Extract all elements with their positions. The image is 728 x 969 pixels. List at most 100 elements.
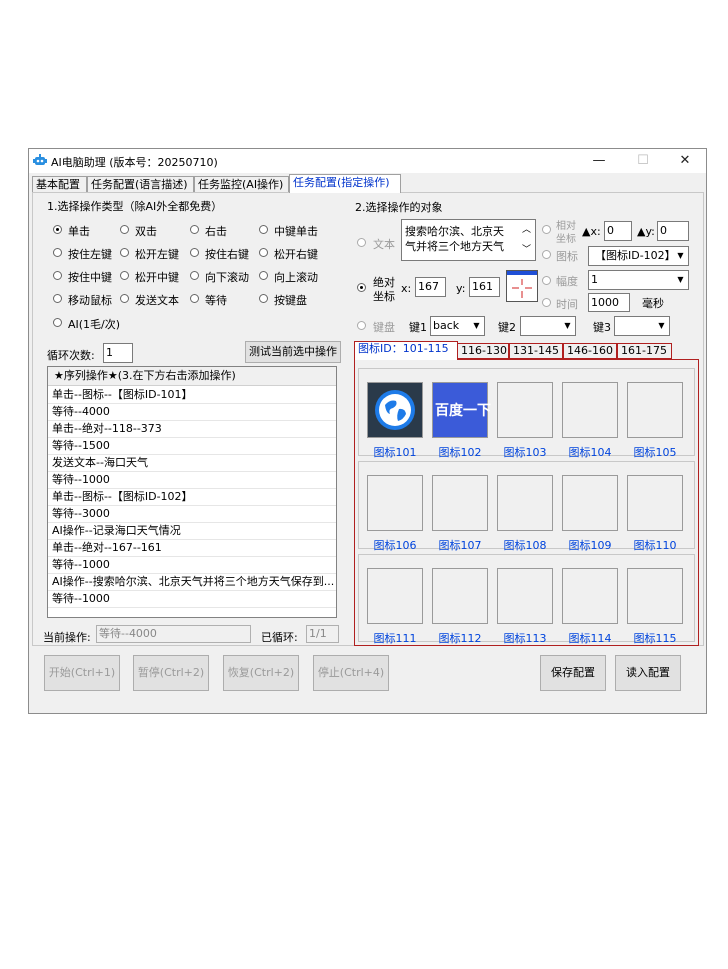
sequence-list[interactable]: ★序列操作★(3.在下方右击添加操作) 单击--图标--【图标ID-101】 等待… (47, 366, 337, 618)
icon-slot-109[interactable] (562, 475, 618, 531)
icon-slot-103[interactable] (497, 382, 553, 438)
operation-radio[interactable] (259, 294, 268, 303)
operation-label: 松开中键 (135, 271, 179, 284)
operation-radio[interactable] (120, 248, 129, 257)
list-item[interactable]: AI操作--搜索哈尔滨、北京天气并将三个地方天气保存到... (48, 574, 336, 591)
chevron-down-icon: ▼ (655, 318, 668, 334)
operation-radio[interactable] (53, 294, 62, 303)
icon-slot-113[interactable] (497, 568, 553, 624)
keyboard-label: 键盘 (373, 321, 395, 334)
test-selected-button[interactable]: 测试当前选中操作 (245, 341, 341, 363)
list-item[interactable]: 等待--1000 (48, 557, 336, 574)
keyboard-radio[interactable] (357, 321, 366, 330)
dx-input[interactable]: 0 (604, 221, 632, 241)
tab-task-config-language[interactable]: 任务配置(语言描述) (87, 176, 194, 193)
operation-radio[interactable] (259, 248, 268, 257)
list-item[interactable]: 等待--1000 (48, 472, 336, 489)
list-item[interactable]: 等待--1000 (48, 591, 336, 608)
key1-value: back (433, 319, 460, 332)
absolute-coord-radio[interactable] (357, 283, 366, 292)
list-item[interactable]: 单击--图标--【图标ID-101】 (48, 387, 336, 404)
list-item[interactable]: 等待--4000 (48, 404, 336, 421)
operation-radio[interactable] (190, 225, 199, 234)
operation-radio[interactable] (190, 294, 199, 303)
operation-radio[interactable] (53, 248, 62, 257)
text-line-2: 气并将三个地方天气 (405, 240, 504, 253)
icon-slot-110[interactable] (627, 475, 683, 531)
operation-label: 双击 (135, 225, 157, 238)
x-input[interactable]: 167 (415, 277, 446, 297)
list-item[interactable]: AI操作--记录海口天气情况 (48, 523, 336, 540)
icon-tab-146-160[interactable]: 146-160 (563, 343, 617, 359)
icon-caption: 图标107 (438, 539, 482, 552)
dy-input[interactable]: 0 (657, 221, 689, 241)
icon-slot-107[interactable] (432, 475, 488, 531)
text-target-radio[interactable] (357, 238, 366, 247)
list-item[interactable]: 发送文本--海口天气 (48, 455, 336, 472)
close-button[interactable]: ✕ (665, 149, 705, 173)
operation-label: 按住右键 (205, 248, 249, 261)
icon-slot-114[interactable] (562, 568, 618, 624)
icon-slot-115[interactable] (627, 568, 683, 624)
tab-task-config-specified[interactable]: 任务配置(指定操作) (289, 174, 401, 193)
icon-tab-161-175[interactable]: 161-175 (617, 343, 672, 359)
resume-button[interactable]: 恢复(Ctrl+2) (223, 655, 299, 691)
time-radio[interactable] (542, 298, 551, 307)
key1-select[interactable]: back ▼ (430, 316, 485, 336)
scroll-up-icon[interactable]: ︿ (522, 222, 531, 235)
icon-tab-101-115[interactable]: 图标ID：101-115 (354, 341, 458, 360)
pause-button[interactable]: 暂停(Ctrl+2) (133, 655, 209, 691)
operation-radio[interactable] (259, 271, 268, 280)
load-config-button[interactable]: 读入配置 (615, 655, 681, 691)
loop-count-input[interactable]: 1 (103, 343, 133, 363)
icon-slot-101[interactable] (367, 382, 423, 438)
app-window: AI电脑助理 (版本号：20250710) — ☐ ✕ 基本配置 任务配置(语言… (28, 148, 707, 714)
operation-radio[interactable] (259, 225, 268, 234)
icon-slot-102[interactable]: 百度一下 (432, 382, 491, 438)
list-item[interactable]: 单击--绝对--118--373 (48, 421, 336, 438)
icon-select[interactable]: 【图标ID-102】 ▼ (588, 246, 689, 266)
crosshair-picker-icon[interactable] (506, 270, 538, 302)
loop-done-label: 已循环: (261, 631, 298, 644)
icon-slot-104[interactable] (562, 382, 618, 438)
maximize-button[interactable]: ☐ (623, 149, 663, 173)
key3-select[interactable]: ▼ (614, 316, 670, 336)
chevron-down-icon: ▼ (674, 272, 687, 288)
text-target-textarea[interactable]: 搜索哈尔滨、北京天 气并将三个地方天气 ︿ ﹀ (401, 219, 536, 261)
operation-radio[interactable] (120, 294, 129, 303)
icon-tab-131-145[interactable]: 131-145 (509, 343, 563, 359)
icon-slot-108[interactable] (497, 475, 553, 531)
minimize-button[interactable]: — (579, 149, 619, 173)
stop-button[interactable]: 停止(Ctrl+4) (313, 655, 389, 691)
start-button[interactable]: 开始(Ctrl+1) (44, 655, 120, 691)
icon-tab-116-130[interactable]: 116-130 (457, 343, 509, 359)
list-item[interactable]: 等待--3000 (48, 506, 336, 523)
operation-radio[interactable] (190, 248, 199, 257)
operation-radio[interactable] (190, 271, 199, 280)
icon-slot-112[interactable] (432, 568, 488, 624)
amplitude-radio[interactable] (542, 276, 551, 285)
operation-radio[interactable] (53, 271, 62, 280)
operation-radio[interactable] (120, 271, 129, 280)
tab-task-monitor[interactable]: 任务监控(AI操作) (194, 176, 289, 193)
y-input[interactable]: 161 (469, 277, 500, 297)
tab-basic-config[interactable]: 基本配置 (32, 176, 87, 193)
time-input[interactable]: 1000 (588, 293, 630, 312)
operation-radio[interactable] (53, 225, 62, 234)
operation-radio[interactable] (120, 225, 129, 234)
icon-slot-111[interactable] (367, 568, 423, 624)
operation-radio[interactable] (53, 318, 62, 327)
relative-coord-radio[interactable] (542, 225, 551, 234)
scroll-down-icon[interactable]: ﹀ (522, 242, 531, 255)
save-config-button[interactable]: 保存配置 (540, 655, 606, 691)
list-item[interactable]: 单击--绝对--167--161 (48, 540, 336, 557)
title-bar: AI电脑助理 (版本号：20250710) — ☐ ✕ (29, 149, 706, 173)
key2-select[interactable]: ▼ (520, 316, 576, 336)
list-item[interactable]: 等待--1500 (48, 438, 336, 455)
list-item[interactable]: 单击--图标--【图标ID-102】 (48, 489, 336, 506)
amplitude-select[interactable]: 1 ▼ (588, 270, 689, 290)
icon-target-radio[interactable] (542, 250, 551, 259)
section1-title: 1.选择操作类型（除AI外全都免费） (47, 200, 223, 213)
icon-slot-106[interactable] (367, 475, 423, 531)
icon-slot-105[interactable] (627, 382, 683, 438)
